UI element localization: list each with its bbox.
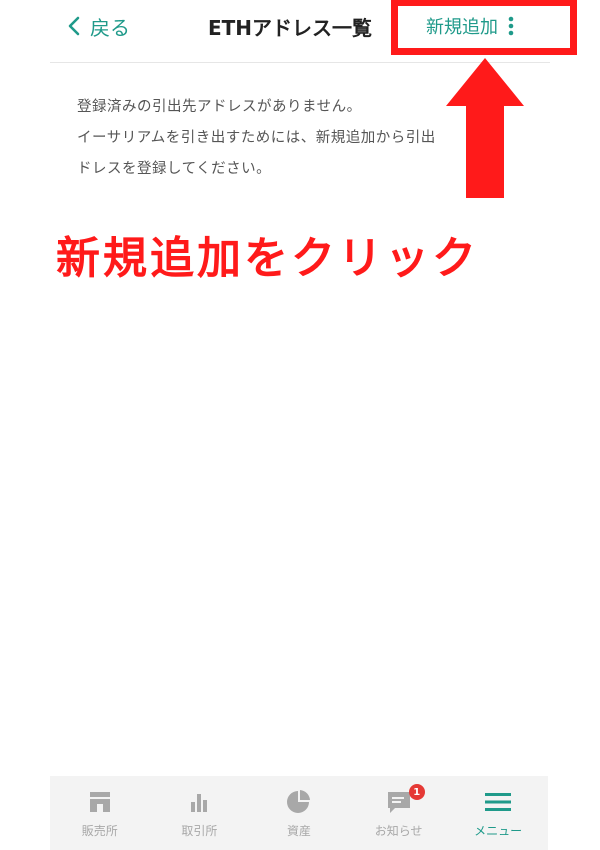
nav-item-news[interactable]: 1 お知らせ	[349, 776, 449, 850]
nav-item-store[interactable]: 販売所	[50, 776, 150, 850]
store-icon	[89, 792, 110, 812]
back-label: 戻る	[90, 15, 130, 40]
nav-label: メニュー	[474, 824, 523, 838]
add-label: 新規追加	[426, 17, 498, 38]
nav-item-exchange[interactable]: 取引所	[150, 776, 250, 850]
nav-label: 取引所	[181, 824, 218, 838]
instruction-annotation: 新規追加をクリック	[56, 233, 479, 284]
pie-chart-icon	[286, 790, 310, 813]
nav-label: 販売所	[81, 824, 118, 838]
notification-badge: 1	[408, 784, 425, 800]
arrow-up-icon	[446, 58, 524, 198]
header: 戻る ETHアドレス一覧 新規追加	[0, 0, 600, 62]
nav-item-assets[interactable]: 資産	[249, 776, 349, 850]
nav-item-menu[interactable]: メニュー	[448, 776, 548, 850]
hamburger-icon	[485, 793, 512, 811]
bottom-nav: 販売所 取引所 資産 1 お知らせ メニュー	[50, 776, 548, 850]
add-button[interactable]: 新規追加	[426, 8, 514, 44]
screen: 戻る ETHアドレス一覧 新規追加 登録済みの引出先アドレスがありません。 イー…	[0, 0, 600, 850]
nav-label: 資産	[286, 824, 311, 838]
back-button[interactable]: 戻る	[66, 8, 130, 44]
more-vertical-icon[interactable]	[508, 16, 514, 36]
page-title: ETHアドレス一覧	[208, 15, 373, 40]
nav-label: お知らせ	[374, 824, 423, 838]
chevron-left-icon	[68, 16, 80, 36]
bar-chart-icon	[191, 794, 208, 812]
